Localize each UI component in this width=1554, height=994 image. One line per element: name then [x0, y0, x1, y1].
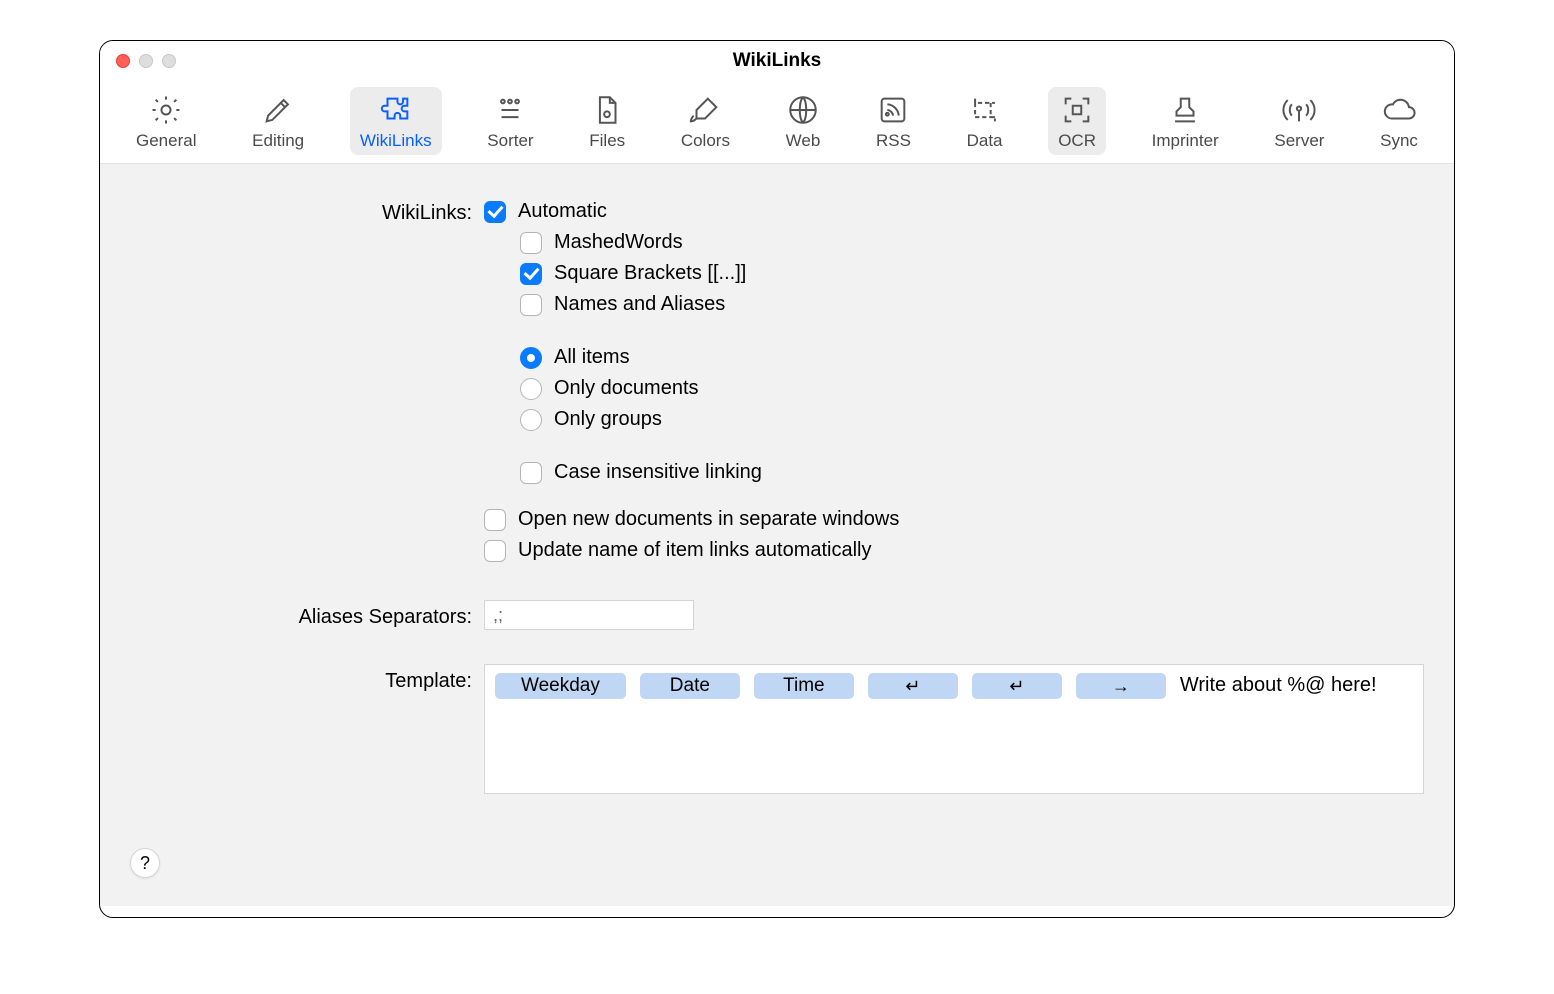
- checkbox-square-brackets[interactable]: [520, 263, 542, 285]
- option-brackets-label: Square Brackets [[...]]: [554, 262, 746, 285]
- template-token-weekday[interactable]: Weekday: [495, 673, 626, 699]
- wikilinks-pane: WikiLinks: Automatic MashedWords Square …: [100, 164, 1454, 906]
- sorter-icon: [493, 93, 527, 127]
- preferences-toolbar: General Editing WikiLinks Sorter Files: [100, 81, 1454, 164]
- tab-wikilinks[interactable]: WikiLinks: [350, 87, 442, 155]
- tab-sorter[interactable]: Sorter: [477, 87, 543, 155]
- tab-sync[interactable]: Sync: [1370, 87, 1428, 155]
- template-label: Template:: [124, 664, 484, 693]
- gear-icon: [149, 93, 183, 127]
- tab-data[interactable]: Data: [957, 87, 1013, 155]
- option-names-aliases-label: Names and Aliases: [554, 293, 725, 316]
- tab-label: Files: [589, 131, 625, 151]
- tab-label: General: [136, 131, 196, 151]
- titlebar: WikiLinks: [100, 41, 1454, 81]
- template-field[interactable]: Weekday Date Time ↵ ↵ → Write about %@ h…: [484, 664, 1424, 794]
- preferences-window: WikiLinks General Editing WikiLinks: [99, 40, 1455, 918]
- checkbox-automatic[interactable]: [484, 201, 506, 223]
- window-title: WikiLinks: [733, 50, 822, 72]
- pencil-icon: [261, 93, 295, 127]
- tab-label: Web: [786, 131, 821, 151]
- rss-icon: [876, 93, 910, 127]
- puzzle-icon: [379, 93, 413, 127]
- tab-label: Imprinter: [1152, 131, 1219, 151]
- tab-web[interactable]: Web: [776, 87, 831, 155]
- tab-label: Server: [1274, 131, 1324, 151]
- wikilinks-label: WikiLinks:: [124, 200, 484, 225]
- template-token-tab[interactable]: →: [1076, 673, 1166, 699]
- help-icon: ?: [140, 853, 150, 874]
- ocr-viewfinder-icon: [1060, 93, 1094, 127]
- checkbox-names-aliases[interactable]: [520, 294, 542, 316]
- paintbrush-icon: [688, 93, 722, 127]
- option-update-name-label: Update name of item links automatically: [518, 539, 872, 562]
- traffic-lights: [116, 54, 176, 68]
- radio-all-items[interactable]: [520, 347, 542, 369]
- tab-files[interactable]: Files: [579, 87, 635, 155]
- template-token-return2[interactable]: ↵: [972, 673, 1062, 699]
- window-zoom-button[interactable]: [162, 54, 176, 68]
- tab-editing[interactable]: Editing: [242, 87, 314, 155]
- file-gear-icon: [590, 93, 624, 127]
- tab-label: Sorter: [487, 131, 533, 151]
- option-automatic-label: Automatic: [518, 200, 607, 223]
- globe-icon: [786, 93, 820, 127]
- help-button[interactable]: ?: [130, 848, 160, 878]
- template-token-return1[interactable]: ↵: [868, 673, 958, 699]
- tab-label: RSS: [876, 131, 911, 151]
- checkbox-mashedwords[interactable]: [520, 232, 542, 254]
- stamp-icon: [1168, 93, 1202, 127]
- template-trailing-text: Write about %@ here!: [1180, 673, 1377, 699]
- tab-label: WikiLinks: [360, 131, 432, 151]
- radio-only-documents[interactable]: [520, 378, 542, 400]
- aliases-label: Aliases Separators:: [124, 602, 484, 629]
- tab-label: Data: [967, 131, 1003, 151]
- tab-ocr[interactable]: OCR: [1048, 87, 1106, 155]
- radio-only-groups[interactable]: [520, 409, 542, 431]
- window-close-button[interactable]: [116, 54, 130, 68]
- aliases-separators-input[interactable]: [484, 600, 694, 630]
- tab-general[interactable]: General: [126, 87, 206, 155]
- template-token-date[interactable]: Date: [640, 673, 740, 699]
- tab-server[interactable]: Server: [1264, 87, 1334, 155]
- option-only-docs-label: Only documents: [554, 377, 699, 400]
- antenna-icon: [1282, 93, 1316, 127]
- template-token-time[interactable]: Time: [754, 673, 854, 699]
- option-only-groups-label: Only groups: [554, 408, 662, 431]
- tab-colors[interactable]: Colors: [671, 87, 740, 155]
- checkbox-update-name[interactable]: [484, 540, 506, 562]
- cloud-icon: [1382, 93, 1416, 127]
- tab-label: Sync: [1380, 131, 1418, 151]
- option-open-separate-label: Open new documents in separate windows: [518, 508, 899, 531]
- checkbox-open-separate[interactable]: [484, 509, 506, 531]
- tab-label: OCR: [1058, 131, 1096, 151]
- checkbox-case-insensitive[interactable]: [520, 462, 542, 484]
- window-minimize-button[interactable]: [139, 54, 153, 68]
- tab-imprinter[interactable]: Imprinter: [1142, 87, 1229, 155]
- option-all-items-label: All items: [554, 346, 630, 369]
- option-case-insensitive-label: Case insensitive linking: [554, 461, 762, 484]
- tab-label: Colors: [681, 131, 730, 151]
- option-mashed-label: MashedWords: [554, 231, 683, 254]
- tab-rss[interactable]: RSS: [866, 87, 921, 155]
- crop-icon: [968, 93, 1002, 127]
- tab-label: Editing: [252, 131, 304, 151]
